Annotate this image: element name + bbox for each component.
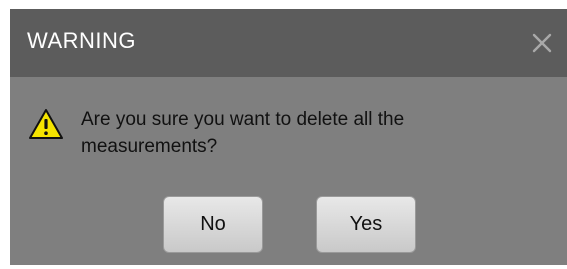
no-button[interactable]: No bbox=[163, 196, 263, 253]
warning-triangle-icon bbox=[28, 108, 64, 140]
close-icon[interactable] bbox=[530, 31, 554, 55]
dialog-titlebar: WARNING bbox=[10, 9, 567, 77]
yes-button[interactable]: Yes bbox=[316, 196, 416, 253]
warning-dialog: WARNING Are you sure you want to delete … bbox=[10, 9, 567, 265]
dialog-title: WARNING bbox=[27, 28, 137, 53]
dialog-message: Are you sure you want to delete all the … bbox=[81, 109, 405, 157]
